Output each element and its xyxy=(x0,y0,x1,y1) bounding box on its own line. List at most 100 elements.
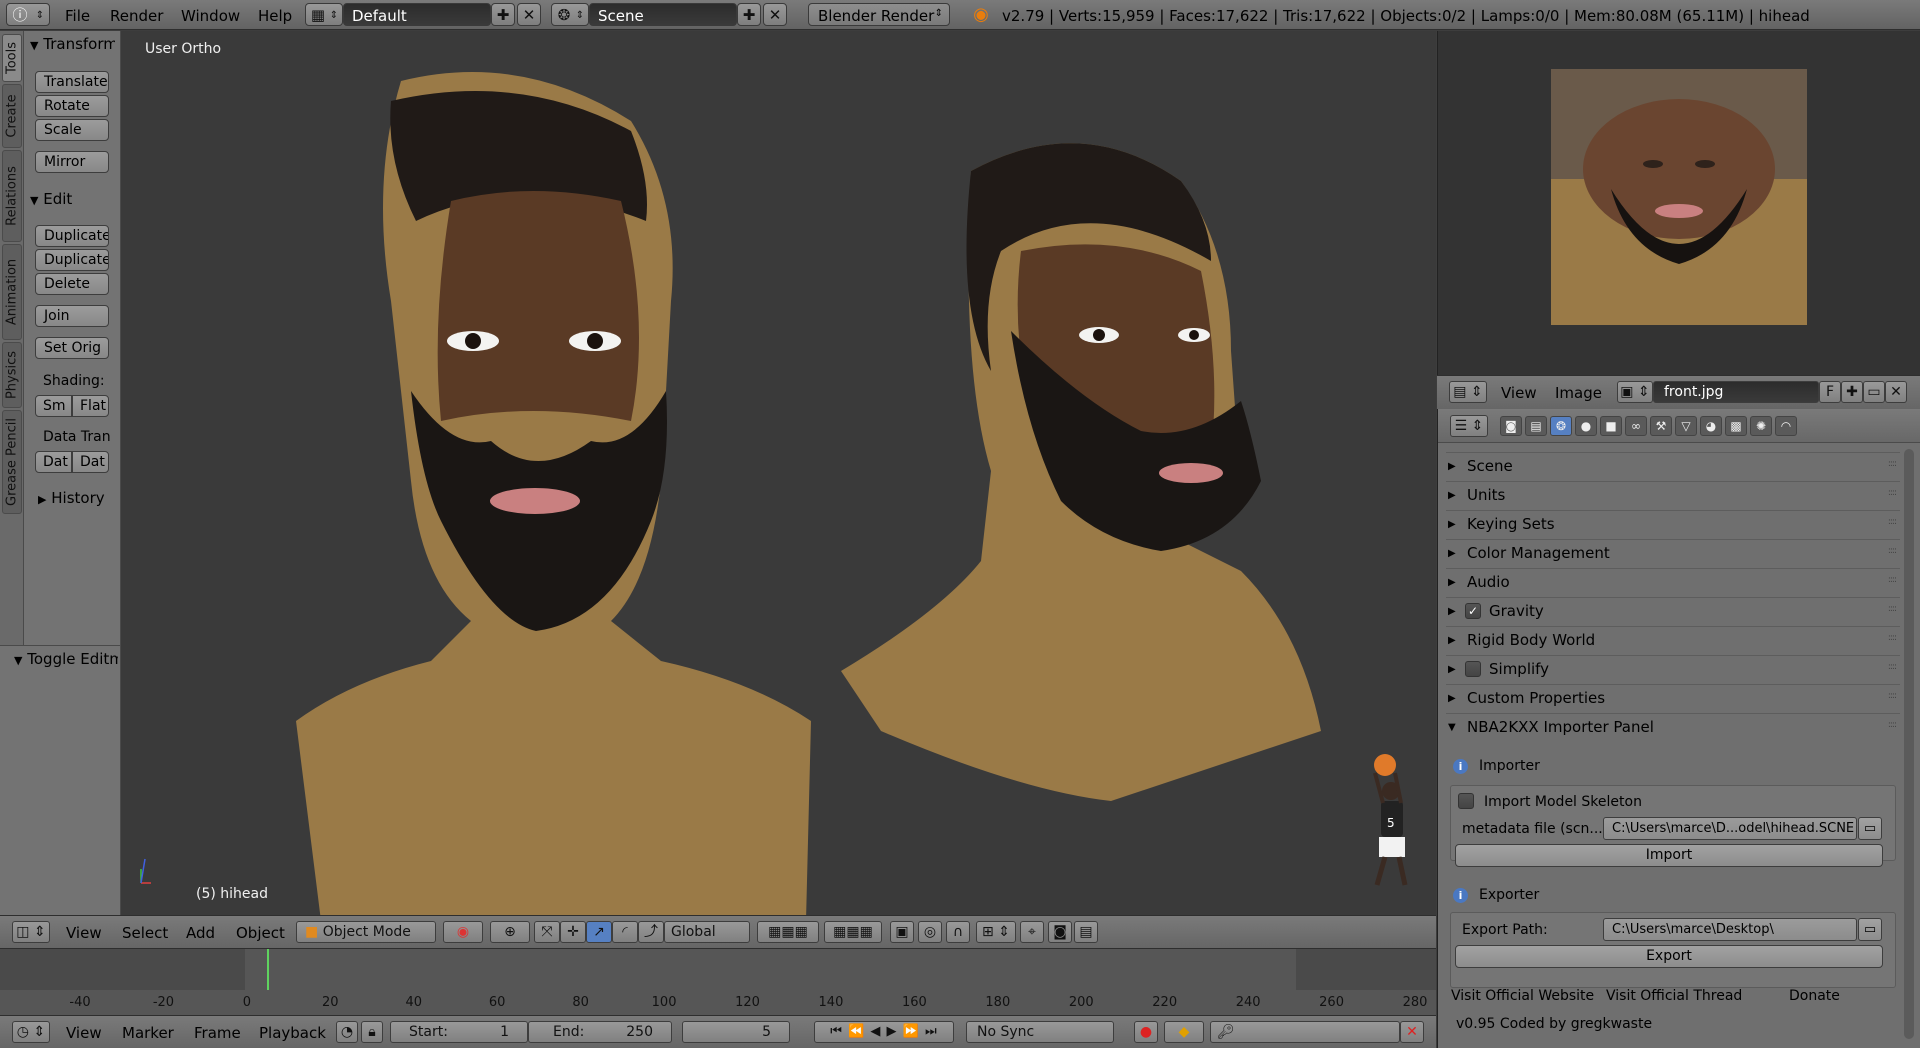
drag-grip-icon[interactable]: :::: xyxy=(1888,691,1897,701)
shade-flat-button[interactable]: Flat xyxy=(72,395,109,417)
auto-keyframe-button[interactable]: ● xyxy=(1134,1021,1158,1043)
scene-add-button[interactable]: ✚ xyxy=(737,3,761,26)
gravity-checkbox[interactable]: ✓ xyxy=(1465,603,1481,619)
tab-animation[interactable]: Animation xyxy=(2,244,22,340)
tab-grease-pencil[interactable]: Grease Pencil xyxy=(2,410,22,514)
data-transfer-button[interactable]: Dat xyxy=(35,451,72,473)
visit-thread-link[interactable]: Visit Official Thread xyxy=(1606,988,1742,1004)
timeline-editor[interactable]: -40 -20 0 20 40 60 80 100 120 140 160 180 200 220 240 2… xyxy=(0,948,1436,1015)
simplify-checkbox[interactable] xyxy=(1465,661,1481,677)
layout-selector[interactable]: ▦ ⇕ xyxy=(305,3,343,26)
menu-image[interactable]: Image xyxy=(1555,384,1602,402)
translate-manipulator-button[interactable]: ✛ xyxy=(560,921,586,943)
export-path-field[interactable]: C:\Users\marce\Desktop\ xyxy=(1603,918,1857,941)
tab-world-properties[interactable]: ● xyxy=(1575,416,1597,436)
mode-dropdown[interactable]: ■ Object Mode xyxy=(296,921,436,943)
menu-object[interactable]: Object xyxy=(236,924,285,942)
rotate-button[interactable]: Rotate xyxy=(35,95,109,117)
layout-name-field[interactable]: Default xyxy=(343,3,491,26)
history-panel-header[interactable]: ▶ History xyxy=(38,489,110,507)
image-editor-type-button[interactable]: ▤ ⇕ xyxy=(1449,381,1487,403)
menu-file[interactable]: File xyxy=(65,7,90,25)
tab-physics-props[interactable]: ◠ xyxy=(1775,416,1797,436)
donate-link[interactable]: Donate xyxy=(1789,988,1840,1004)
join-button[interactable]: Join xyxy=(35,305,109,327)
editor-type-button[interactable]: ⓘ ⇕ xyxy=(6,3,50,26)
end-frame-field[interactable]: End: 250 xyxy=(528,1021,672,1043)
drag-grip-icon[interactable]: :::: xyxy=(1888,720,1897,730)
viewport-editor-type-button[interactable]: ◫ ⇕ xyxy=(12,921,50,943)
duplicate-button[interactable]: Duplicate xyxy=(35,225,109,247)
edit-panel-header[interactable]: ▼ Edit xyxy=(30,190,72,208)
tab-modifiers[interactable]: ⚒ xyxy=(1650,416,1672,436)
metadata-browse-button[interactable]: ▭ xyxy=(1858,817,1882,840)
layers-group-2[interactable]: ▦▦▦ xyxy=(824,921,882,943)
snap-target-button[interactable]: ⌖ xyxy=(1020,921,1044,943)
current-frame-indicator[interactable] xyxy=(266,949,269,990)
panel-color-management[interactable]: ▶ Color Management:::: xyxy=(1446,539,1900,566)
menu-image-view[interactable]: View xyxy=(1501,384,1537,402)
panel-nba2kxx-importer[interactable]: ▼ NBA2KXX Importer Panel:::: xyxy=(1446,713,1900,740)
layout-remove-button[interactable]: ✕ xyxy=(517,3,541,26)
preview-range-button[interactable]: ◔ xyxy=(336,1021,358,1043)
menu-window[interactable]: Window xyxy=(181,7,240,25)
opengl-render-button[interactable]: ◙ xyxy=(1048,921,1072,943)
panel-custom-properties[interactable]: ▶ Custom Properties:::: xyxy=(1446,684,1900,711)
tab-object-properties[interactable]: ■ xyxy=(1600,416,1622,436)
properties-scrollbar[interactable] xyxy=(1904,449,1914,1039)
set-origin-dropdown[interactable]: Set Orig xyxy=(35,337,109,359)
tab-particles[interactable]: ✺ xyxy=(1750,416,1772,436)
pivot-dropdown[interactable]: ⊕ xyxy=(490,921,530,943)
scene-selector[interactable]: ❂ ⇕ xyxy=(551,3,589,26)
drag-grip-icon[interactable]: :::: xyxy=(1888,662,1897,672)
manipulator-toggle[interactable]: ⤧ xyxy=(534,921,560,943)
fake-user-button[interactable]: F xyxy=(1819,381,1841,403)
tab-physics[interactable]: Physics xyxy=(2,342,22,408)
current-frame-field[interactable]: 5 xyxy=(682,1021,790,1043)
panel-units[interactable]: ▶ Units:::: xyxy=(1446,481,1900,508)
data-transfer-layout-button[interactable]: Dat xyxy=(72,451,109,473)
panel-rigid-body-world[interactable]: ▶ Rigid Body World:::: xyxy=(1446,626,1900,653)
opengl-animation-button[interactable]: ▤ xyxy=(1074,921,1098,943)
properties-editor-type-button[interactable]: ☰ ⇕ xyxy=(1450,415,1488,437)
panel-audio[interactable]: ▶ Audio:::: xyxy=(1446,568,1900,595)
menu-add[interactable]: Add xyxy=(186,924,215,942)
menu-marker[interactable]: Marker xyxy=(122,1024,174,1042)
panel-scene[interactable]: ▶ Scene:::: xyxy=(1446,452,1900,479)
drag-grip-icon[interactable]: :::: xyxy=(1888,488,1897,498)
timeline-editor-type-button[interactable]: ◷ ⇕ xyxy=(12,1021,50,1043)
menu-view[interactable]: View xyxy=(66,924,102,942)
tab-texture[interactable]: ▩ xyxy=(1725,416,1747,436)
duplicate-linked-button[interactable]: Duplicate xyxy=(35,249,109,271)
lock-layers-button[interactable]: ▣ xyxy=(890,921,914,943)
menu-frame[interactable]: Frame xyxy=(194,1024,241,1042)
tab-scene-properties[interactable]: ❂ xyxy=(1550,416,1572,436)
sync-mode-dropdown[interactable]: No Sync xyxy=(966,1021,1114,1043)
menu-help[interactable]: Help xyxy=(258,7,292,25)
translate-button[interactable]: Translate xyxy=(35,71,109,93)
shade-smooth-button[interactable]: Sm xyxy=(35,395,72,417)
proportional-edit-button[interactable]: ◎ xyxy=(918,921,942,943)
tab-create[interactable]: Create xyxy=(2,84,22,148)
menu-render[interactable]: Render xyxy=(110,7,163,25)
scene-name-field[interactable]: Scene xyxy=(589,3,737,26)
drag-grip-icon[interactable]: :::: xyxy=(1888,604,1897,614)
toggle-editmode-header[interactable]: ▼ Toggle Editmode xyxy=(14,650,118,668)
tab-material[interactable]: ◕ xyxy=(1700,416,1722,436)
layout-add-button[interactable]: ✚ xyxy=(491,3,515,26)
orientation-dropdown[interactable]: Global xyxy=(664,921,750,943)
image-name-field[interactable]: front.jpg xyxy=(1653,381,1819,403)
keying-set-dropdown[interactable]: ◆ xyxy=(1164,1021,1204,1043)
active-keying-set[interactable]: 🔑︎ xyxy=(1210,1021,1400,1043)
open-image-button[interactable]: ▭ xyxy=(1863,381,1885,403)
panel-gravity[interactable]: ▶ ✓ Gravity:::: xyxy=(1446,597,1900,624)
mirror-button[interactable]: Mirror xyxy=(35,151,109,173)
menu-select[interactable]: Select xyxy=(122,924,168,942)
tab-relations[interactable]: Relations xyxy=(2,150,22,242)
start-frame-field[interactable]: Start: 1 xyxy=(390,1021,528,1043)
scene-remove-button[interactable]: ✕ xyxy=(763,3,787,26)
drag-grip-icon[interactable]: :::: xyxy=(1888,633,1897,643)
rotate-manipulator-button[interactable]: ↗ xyxy=(586,921,612,943)
tab-constraints[interactable]: ∞ xyxy=(1625,416,1647,436)
shading-mode-dropdown[interactable]: ◉ xyxy=(443,921,483,943)
